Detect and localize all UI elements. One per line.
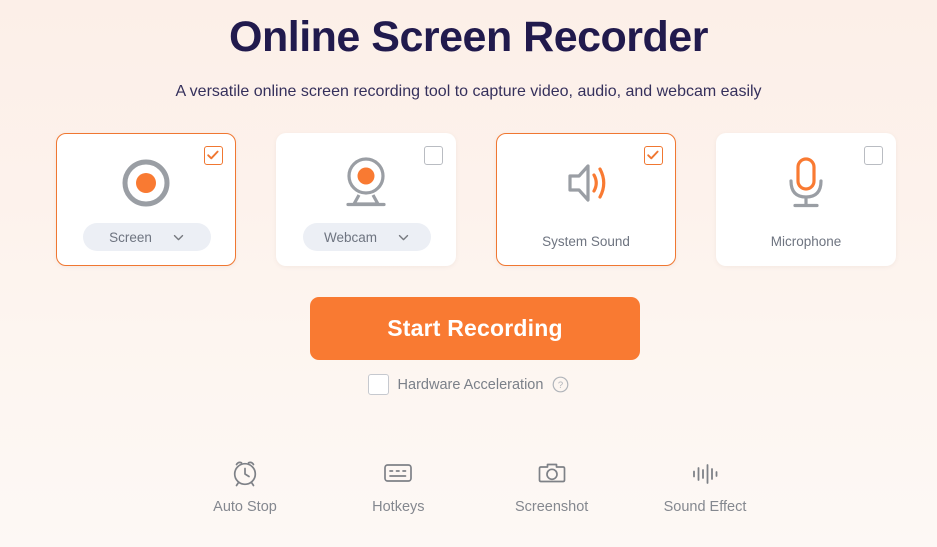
card-webcam[interactable]: Webcam [276, 133, 456, 266]
toolbar-label-sound-effect: Sound Effect [663, 499, 747, 515]
screen-source-dropdown[interactable]: Screen [83, 223, 211, 251]
keyboard-icon [381, 455, 415, 489]
chevron-down-icon [397, 231, 410, 244]
recording-source-cards: Screen Webcam System Sound Microphone [56, 133, 896, 266]
card-screen[interactable]: Screen [56, 133, 236, 266]
toolbar-item-hotkeys[interactable]: Hotkeys [328, 455, 468, 515]
hardware-acceleration-row[interactable]: Hardware Acceleration ? [0, 374, 937, 395]
microphone-icon [717, 152, 895, 214]
card-microphone[interactable]: Microphone [716, 133, 896, 266]
alarm-clock-icon [228, 455, 262, 489]
screen-source-value: Screen [109, 229, 152, 245]
toolbar-label-hotkeys: Hotkeys [372, 499, 425, 515]
toolbar-item-sound-effect[interactable]: Sound Effect [635, 455, 775, 515]
bottom-toolbar: Auto Stop Hotkeys Screenshot Sound Effec… [175, 455, 775, 515]
toolbar-label-auto-stop: Auto Stop [213, 499, 277, 515]
microphone-label: Microphone [770, 234, 842, 249]
waveform-icon [688, 455, 722, 489]
start-recording-button[interactable]: Start Recording [310, 297, 640, 360]
hardware-acceleration-label: Hardware Acceleration [397, 376, 544, 393]
page-title: Online Screen Recorder [229, 13, 708, 61]
webcam-source-dropdown[interactable]: Webcam [303, 223, 431, 251]
toolbar-item-auto-stop[interactable]: Auto Stop [175, 455, 315, 515]
camera-icon [535, 455, 569, 489]
page-subtitle: A versatile online screen recording tool… [175, 83, 762, 100]
svg-text:?: ? [558, 380, 563, 391]
record-icon [57, 152, 235, 214]
speaker-icon [497, 152, 675, 214]
webcam-source-value: Webcam [323, 229, 378, 245]
hardware-acceleration-checkbox[interactable] [367, 374, 389, 395]
toolbar-item-screenshot[interactable]: Screenshot [482, 455, 622, 515]
webcam-icon [277, 152, 455, 214]
card-system-sound[interactable]: System Sound [496, 133, 676, 266]
system-sound-label: System Sound [542, 234, 630, 249]
toolbar-label-screenshot: Screenshot [514, 499, 589, 515]
chevron-down-icon [172, 231, 185, 244]
question-circle-icon[interactable]: ? [552, 376, 569, 393]
